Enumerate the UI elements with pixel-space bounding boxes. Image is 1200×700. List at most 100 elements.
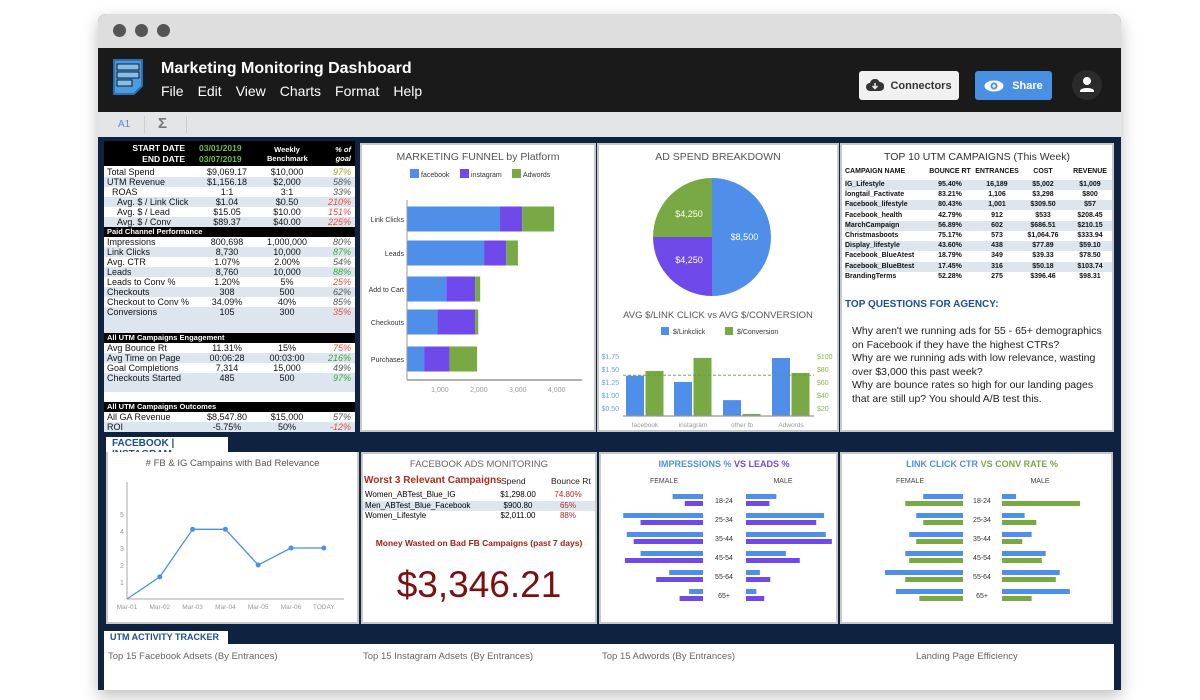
legend-swatch-adwords	[512, 169, 521, 178]
male-bar-a	[746, 513, 825, 518]
kpi-value: -5.75%	[212, 422, 242, 432]
campaign-spend: $2,011.00	[500, 511, 536, 520]
questions-title: TOP QUESTIONS FOR AGENCY:	[845, 299, 999, 310]
kpi-label: Avg. $ / Link Click	[117, 197, 189, 207]
kpi-benchmark: 3:1	[280, 187, 294, 197]
worst-campaigns-title: Worst 3 Relevant Campaigns	[364, 475, 502, 486]
share-button[interactable]: Share	[975, 71, 1052, 100]
campaign-name: Men_ABTest_Blue_Facebook	[365, 500, 471, 510]
kpi-benchmark: 40%	[277, 297, 296, 307]
menu-charts[interactable]: Charts	[280, 83, 321, 99]
female-bar-a	[895, 589, 963, 594]
left-tick-label: $0.50	[601, 406, 619, 413]
window-minimize-button[interactable]	[135, 24, 148, 37]
campaign-metric: $210.15	[1077, 221, 1103, 229]
utm-table-row: longtail_Factivate 83.21% 1,106 $3,298 $800	[845, 190, 1112, 201]
legend-swatch-instagram	[460, 169, 469, 178]
campaign-name: Women_ABTest_Blue_IG	[365, 490, 456, 499]
female-bar-b	[640, 520, 703, 525]
kpi-value: $89.37	[213, 217, 241, 227]
utm-campaigns-title: TOP 10 UTM CAMPAIGNS (This Week)	[884, 151, 1070, 163]
age-group-label: 18-24	[715, 498, 733, 505]
kpi-label: ROAS	[112, 187, 138, 197]
kpi-pct-of-goal: 49%	[332, 363, 351, 373]
female-bar-b	[916, 539, 963, 544]
legend-swatch	[661, 327, 669, 335]
menu-edit[interactable]: Edit	[198, 83, 222, 99]
legend-label: $/Conversion	[737, 329, 778, 336]
funnel-bar-instagram	[500, 206, 523, 232]
toolbar-divider	[144, 116, 145, 133]
kpi-section-header: Paid Channel Performance	[104, 227, 355, 237]
kpi-pct-of-goal: -12%	[329, 422, 351, 432]
male-bar-b	[1002, 520, 1037, 525]
male-bar-b	[1002, 577, 1056, 582]
female-label: FEMALE	[650, 478, 678, 485]
campaign-metric: $57	[1084, 201, 1096, 209]
window-maximize-button[interactable]	[157, 24, 170, 37]
male-bar-b	[746, 520, 817, 525]
age-group-label: 25-34	[715, 517, 733, 524]
campaign-metric: REVENUE	[1073, 168, 1107, 175]
benchmark-header: Weekly Benchmark	[267, 145, 308, 163]
kpi-value: $1.04	[215, 197, 239, 207]
bad-relevance-panel: # FB & IG Campains with Bad Relevance 12…	[106, 452, 359, 624]
utm-table-header: CAMPAIGN NAME BOUNCE RT ENTRANCES COST REVEN…	[845, 167, 1112, 177]
person-icon	[1080, 77, 1094, 92]
category-label: facebook	[632, 422, 659, 429]
kpi-label: Goal Completions	[107, 363, 179, 373]
connectors-button[interactable]: Connectors	[859, 71, 959, 100]
funnel-bar-facebook	[407, 240, 485, 266]
female-bar-a	[689, 589, 703, 594]
menu-format[interactable]: Format	[335, 83, 379, 99]
share-label: Share	[1012, 79, 1043, 92]
age-group-label: 45-54	[973, 555, 991, 562]
data-point	[321, 545, 327, 551]
pie-slice	[653, 178, 712, 237]
female-bar-b	[905, 501, 963, 506]
legend-label: instagram	[471, 172, 502, 179]
legend-swatch-facebook	[410, 169, 419, 178]
female-bar-b	[919, 596, 963, 601]
ctr-vs-conv-panel: LINK CLICK CTR VS CONV RATE % FEMALE MALE 1…	[840, 452, 1113, 624]
kpi-row: Leads 8,760 10,000 88%	[104, 267, 355, 277]
female-bar-b	[656, 577, 703, 582]
left-tick-label: $1.50	[601, 367, 619, 374]
tracker-adwords: Top 15 Adwords (By Entrances)	[602, 651, 736, 662]
campaign-metric: $333.94	[1077, 232, 1103, 239]
female-bar-a	[909, 532, 963, 537]
worst-campaign-row: Women_ABTest_Blue_IG $1,298.00 74.80%	[363, 490, 595, 500]
campaign-spend: $1,298.00	[500, 490, 536, 499]
window-close-button[interactable]	[113, 24, 126, 37]
toolbar-divider	[186, 116, 187, 133]
sum-function-icon[interactable]: Σ	[158, 115, 167, 132]
kpi-row: ROI -5.75% 50% -12%	[104, 422, 355, 432]
male-bar-b	[1002, 596, 1032, 601]
kpi-pct-of-goal: 210%	[327, 197, 351, 207]
campaign-bounce: 65%	[559, 500, 576, 510]
chart-title-part: LINK CLICK CTR	[906, 459, 978, 469]
kpi-value: $8,547.80	[206, 412, 248, 422]
menu-help[interactable]: Help	[393, 83, 422, 99]
menu-file[interactable]: File	[161, 83, 184, 99]
cell-reference[interactable]: A1	[118, 119, 130, 130]
left-tick-label: $1.00	[601, 393, 619, 400]
kpi-value: 34.09%	[211, 297, 243, 307]
bar-conversion	[645, 370, 664, 416]
kpi-benchmark: 300	[279, 307, 295, 317]
kpi-benchmark: $0.50	[275, 197, 299, 207]
kpi-value: $9,069.17	[206, 167, 248, 177]
funnel-bar-facebook	[407, 346, 425, 372]
chart-title-part: LEADS %	[749, 459, 790, 469]
user-avatar[interactable]	[1072, 70, 1102, 100]
kpi-pct-of-goal: 58%	[332, 177, 351, 187]
kpi-label: UTM Revenue	[107, 177, 166, 187]
kpi-value: 105	[219, 307, 235, 317]
female-bar-b	[905, 577, 963, 582]
kpi-label: All GA Revenue	[107, 412, 171, 422]
female-label: FEMALE	[896, 478, 924, 485]
toolbar: A1 Σ	[98, 112, 1121, 137]
category-label: other fb	[731, 422, 753, 429]
kpi-benchmark: 50%	[277, 422, 296, 432]
menu-view[interactable]: View	[236, 83, 266, 99]
